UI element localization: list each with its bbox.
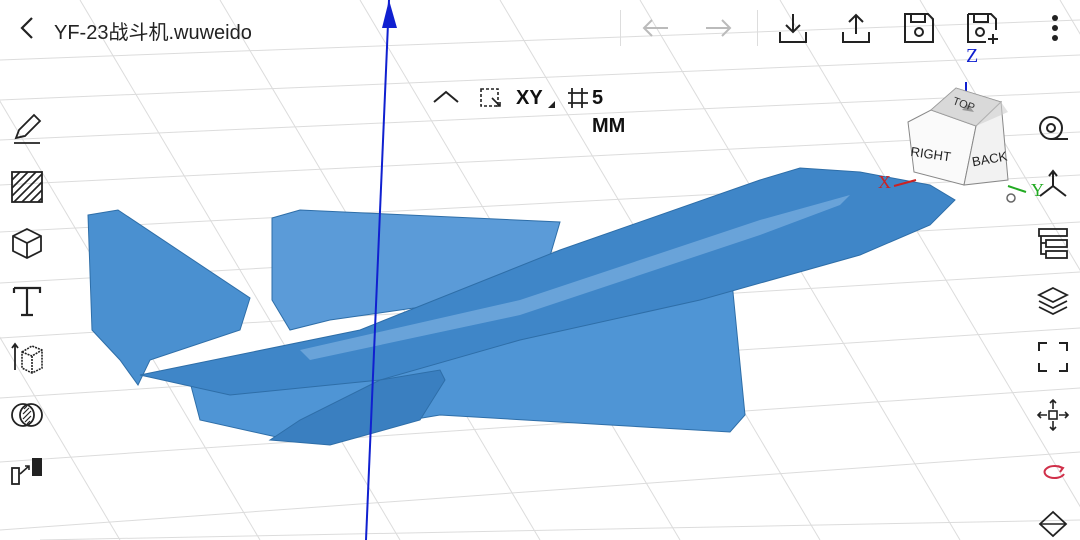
mirror-icon[interactable]	[1036, 506, 1070, 540]
file-title: YF-23战斗机.wuweido	[54, 22, 252, 44]
undo-icon[interactable]	[638, 10, 674, 46]
rotate-icon[interactable]	[1036, 454, 1070, 488]
redo-icon[interactable]	[700, 10, 736, 46]
aircraft-model[interactable]	[87, 167, 956, 446]
back-arrow-icon[interactable]	[14, 14, 42, 42]
axis-label-z: Z	[966, 45, 978, 67]
sketch-pencil-icon[interactable]	[10, 112, 44, 146]
grid-size-label[interactable]: 5 MM	[592, 84, 625, 137]
move-icon[interactable]	[1036, 398, 1070, 432]
export-icon[interactable]	[838, 10, 874, 46]
selection-box-icon[interactable]	[478, 84, 504, 112]
axis-label-x: X	[878, 172, 891, 192]
grid-size-icon[interactable]	[566, 84, 590, 112]
view-cube[interactable]: Z TOP RIGHT BACK X Y	[876, 40, 1046, 210]
hatch-icon[interactable]	[10, 170, 44, 204]
cube-icon[interactable]	[10, 226, 44, 260]
tape-measure-icon[interactable]	[1036, 112, 1070, 146]
plane-label[interactable]: XY	[516, 84, 543, 112]
gear-icon[interactable]	[1006, 193, 1016, 203]
layers-icon[interactable]	[1036, 284, 1070, 318]
axis-icon[interactable]	[1036, 168, 1070, 202]
fit-view-icon[interactable]	[1036, 340, 1070, 374]
transform-icon[interactable]	[10, 454, 44, 488]
import-icon[interactable]	[775, 10, 811, 46]
chevron-up-icon[interactable]	[430, 84, 462, 112]
extrude-icon[interactable]	[10, 340, 44, 374]
boolean-icon[interactable]	[10, 398, 44, 432]
feature-tree-icon[interactable]	[1036, 226, 1070, 260]
text-icon[interactable]	[10, 284, 44, 318]
plane-dropdown-icon[interactable]	[546, 84, 556, 112]
